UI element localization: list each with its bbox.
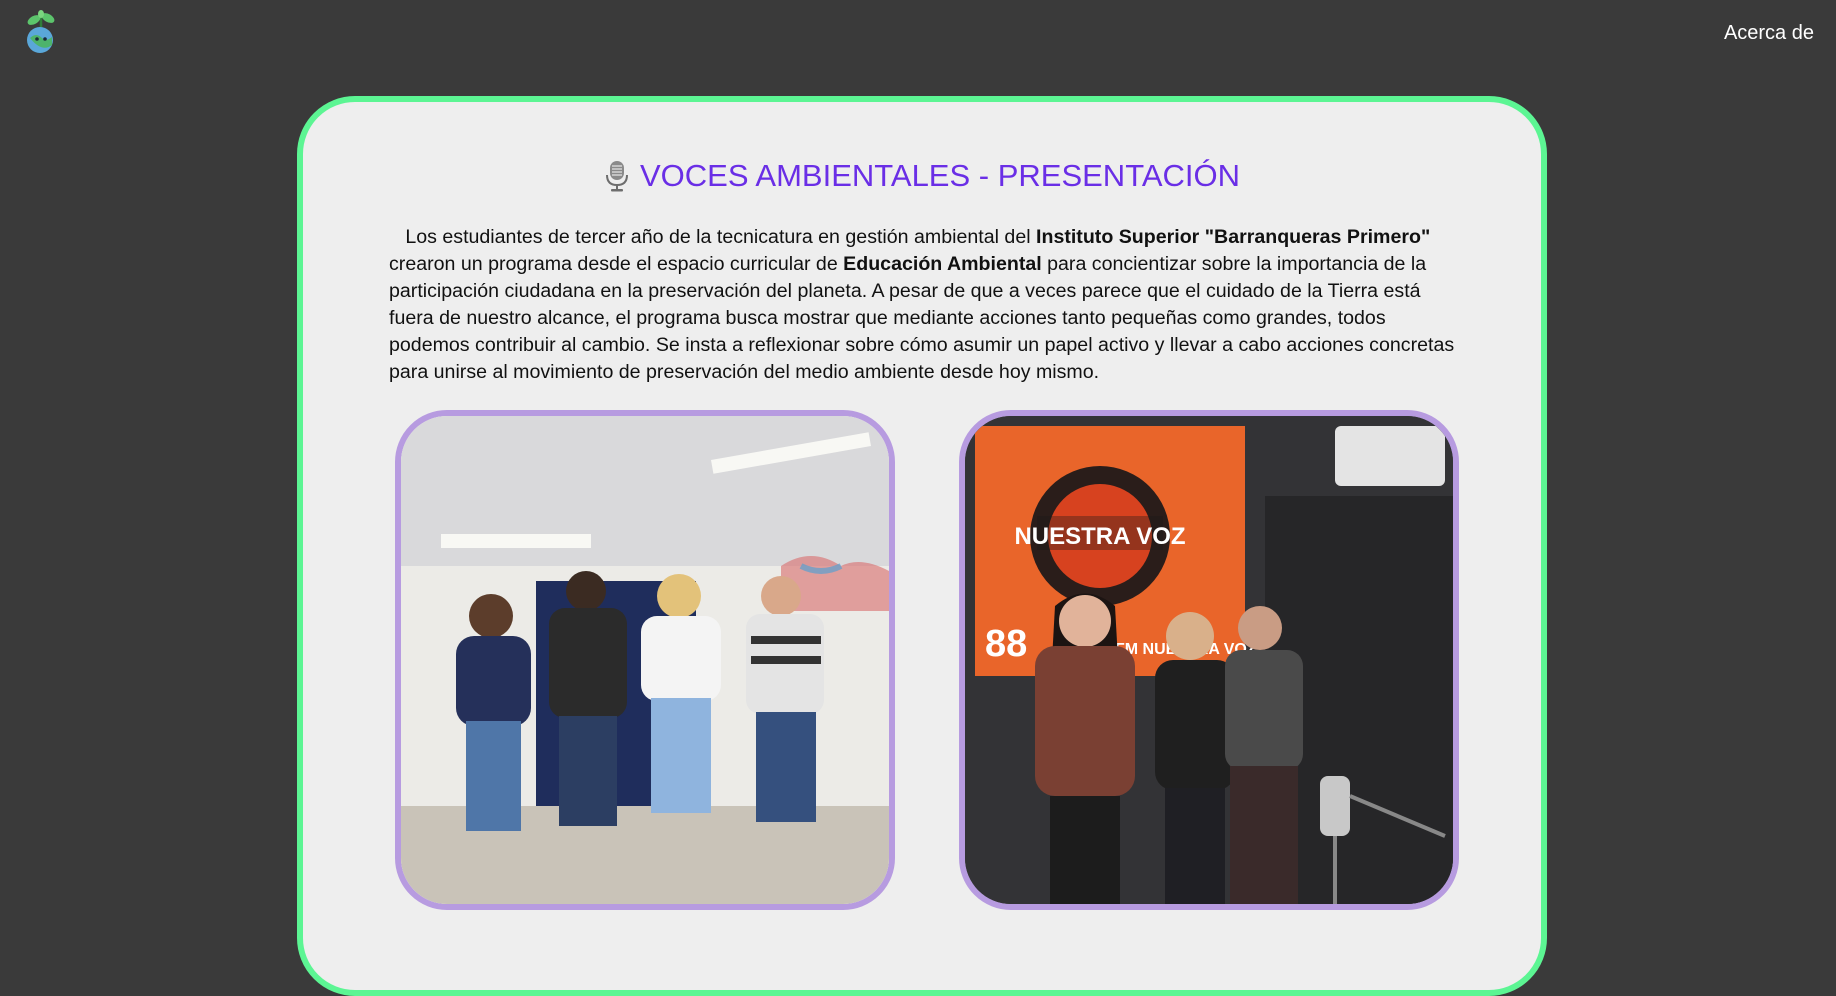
presentation-card: VOCES AMBIENTALES - PRESENTACIÓN Los est… [297, 96, 1547, 996]
radio-banner-frequency: 88 [985, 623, 1027, 665]
page-title-row: VOCES AMBIENTALES - PRESENTACIÓN [303, 158, 1541, 194]
top-navbar: Acerca de [0, 0, 1836, 70]
page-title: VOCES AMBIENTALES - PRESENTACIÓN [639, 158, 1241, 193]
group-photo-office [395, 410, 895, 910]
nav-about-link[interactable]: Acerca de [1724, 22, 1814, 45]
group-photo-radio-studio: NUESTRA VOZ 88 FM NUESTRA VOZ [959, 410, 1459, 910]
plant-globe-logo-icon[interactable] [20, 10, 64, 54]
microphone-icon [604, 160, 630, 192]
intro-paragraph: Los estudiantes de tercer año de la tecn… [389, 224, 1459, 386]
subject-name: Educación Ambiental [843, 253, 1042, 275]
intro-text-2: crearon un programa desde el espacio cur… [389, 253, 844, 275]
radio-banner-logo: NUESTRA VOZ [1014, 523, 1185, 550]
institute-name: Instituto Superior "Barranqueras Primero… [1036, 226, 1431, 248]
intro-text-1: Los estudiantes de tercer año de la tecn… [405, 226, 1037, 248]
